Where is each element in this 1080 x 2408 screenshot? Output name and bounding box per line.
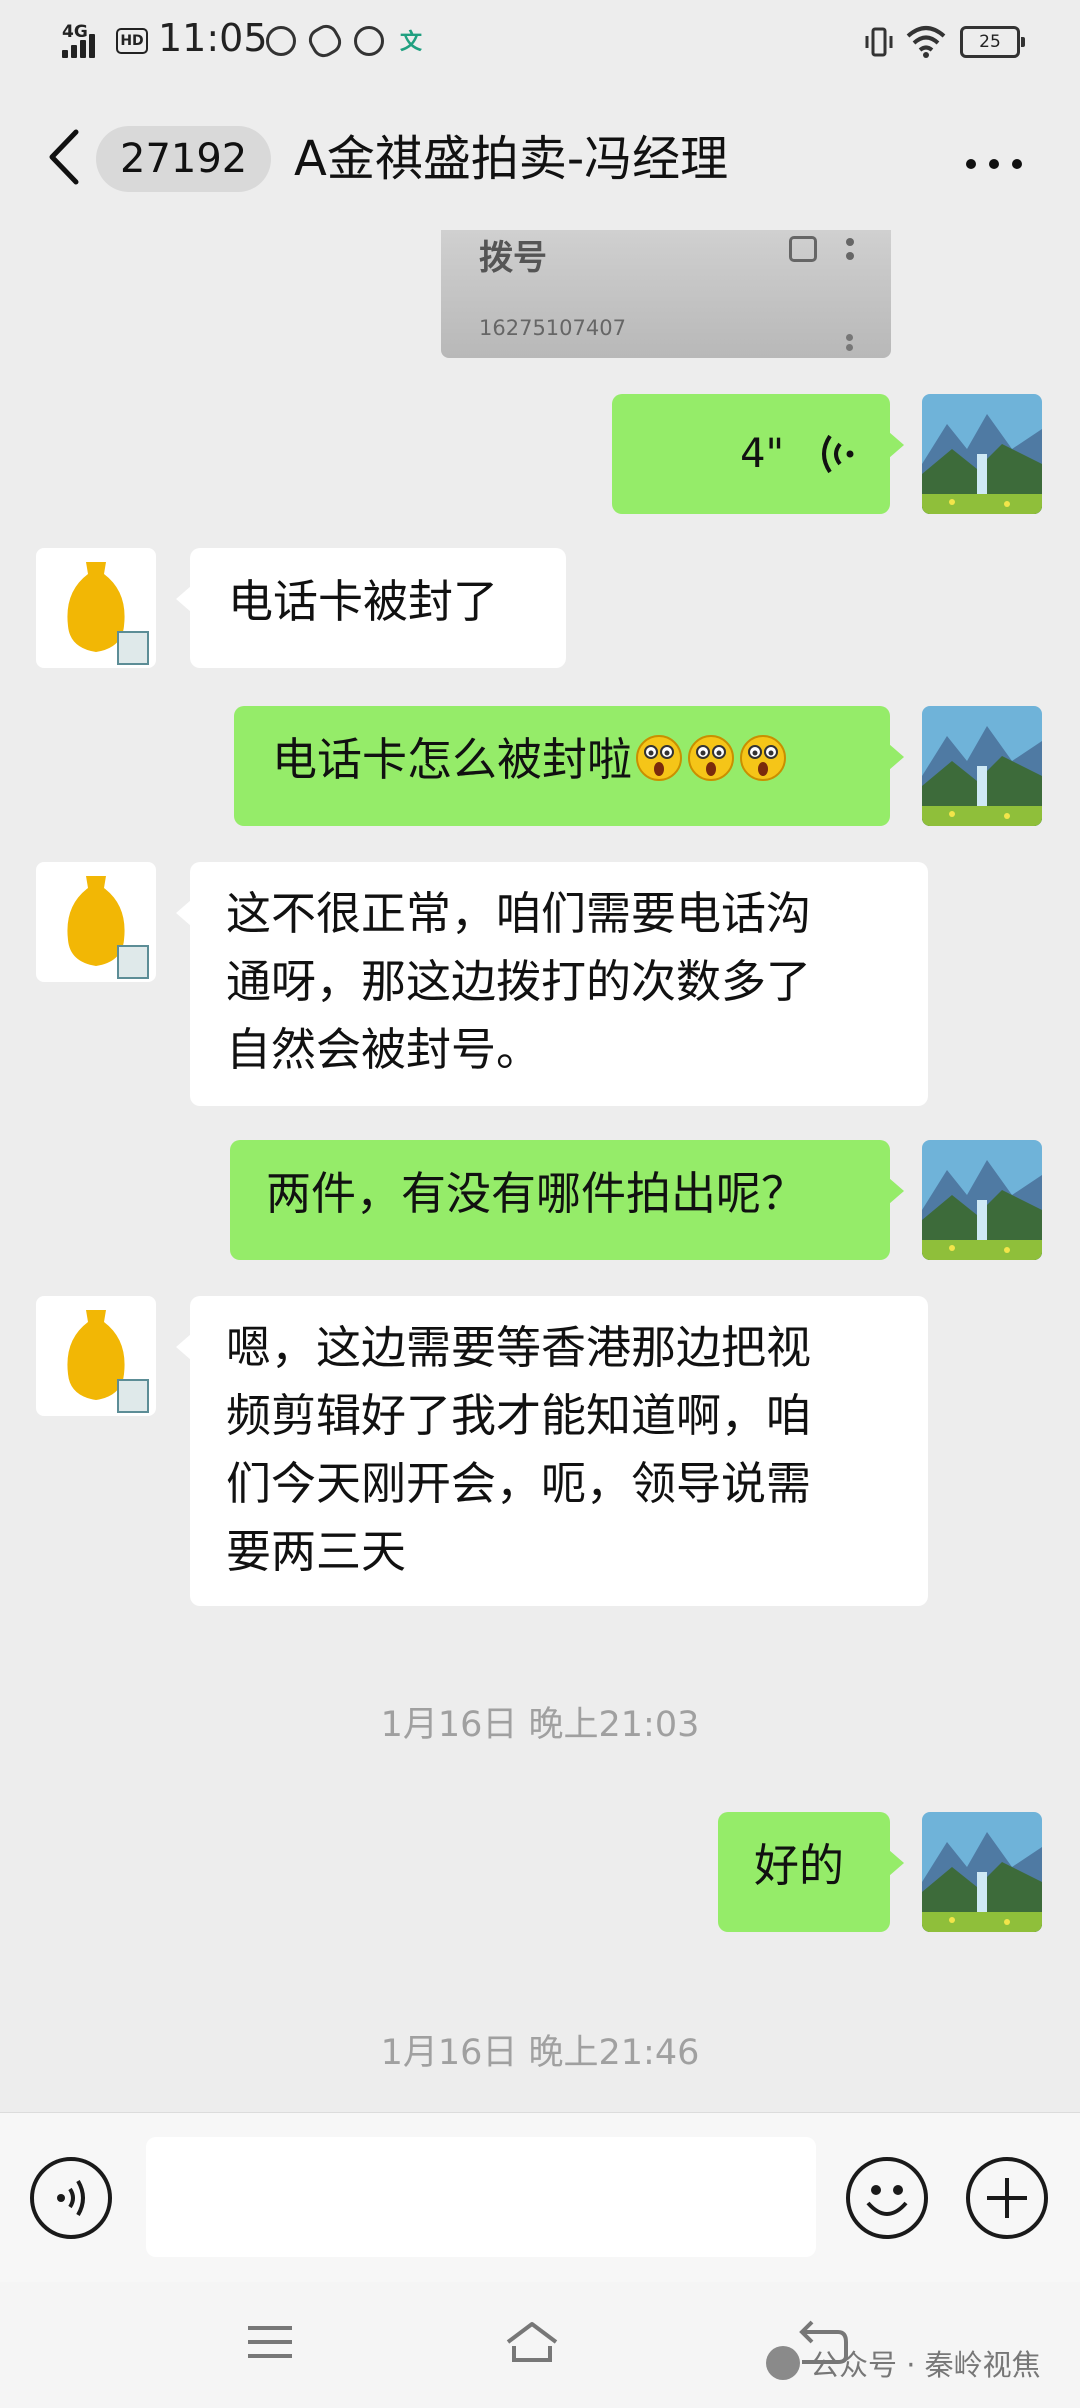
dot-icon [1012, 159, 1022, 169]
vase-avatar-icon [36, 548, 156, 668]
unread-count-badge[interactable]: 27192 [96, 126, 272, 192]
sent-message-bubble[interactable]: 好的 [718, 1812, 904, 1932]
voice-playback-icon [822, 434, 854, 474]
hd-icon: HD [116, 28, 148, 54]
message-timestamp: 1月16日 晚上21:46 [380, 2033, 700, 2073]
message-text: 电话卡怎么被封啦 [272, 733, 633, 786]
message-timestamp: 1月16日 晚上21:03 [380, 1705, 700, 1745]
shocked-emoji-icon [636, 735, 683, 781]
vibrate-icon [865, 27, 893, 57]
checkbox-icon [789, 236, 817, 262]
notification-app-icon [266, 26, 296, 56]
dot-icon [989, 159, 999, 169]
vase-avatar-icon [36, 862, 156, 982]
home-icon[interactable] [502, 2312, 562, 2372]
watermark: 公众号 · 秦岭视焦 [766, 2342, 1041, 2384]
landscape-avatar-icon [922, 394, 1042, 514]
chat-message-list[interactable]: 拨号 16275107407 4" 电话卡被封了 电话卡怎么被封啦 这不很正常，… [0, 230, 1080, 2112]
image-card-number: 16275107407 [479, 316, 626, 340]
shocked-emoji-icon [740, 735, 787, 781]
voice-input-button[interactable] [30, 2157, 112, 2239]
signal-icon: 4G [62, 22, 110, 58]
sent-message-bubble[interactable]: 两件，有没有哪件拍出呢？ [230, 1140, 904, 1260]
voice-duration: 4" [740, 431, 784, 477]
system-navigation-bar: 公众号 · 秦岭视焦 [0, 2282, 1080, 2408]
received-message-bubble[interactable]: 嗯，这边需要等香港那边把视 频剪辑好了我才能知道啊，咱 们今天刚开会，呃，领导说… [176, 1296, 928, 1606]
plus-icon [987, 2178, 1027, 2218]
dot-icon [966, 159, 976, 169]
message-text-line: 频剪辑好了我才能知道啊，咱 [226, 1389, 812, 1442]
contact-avatar[interactable] [36, 548, 156, 668]
message-text-line: 这不很正常，咱们需要电话沟 [226, 887, 812, 940]
more-functions-button[interactable] [966, 2157, 1048, 2239]
shocked-emoji-icon [688, 735, 735, 781]
message-text: 好的 [754, 1839, 845, 1892]
vase-avatar-icon [36, 1296, 156, 1416]
landscape-avatar-icon [922, 706, 1042, 826]
message-text-line: 通呀，那这边拨打的次数多了 [226, 955, 812, 1008]
message-text: 两件，有没有哪件拍出呢？ [266, 1167, 807, 1220]
message-text-line: 要两三天 [226, 1525, 407, 1578]
network-type: 4G [62, 22, 88, 42]
my-avatar[interactable] [922, 1812, 1042, 1932]
input-method-icon: 文 [400, 30, 423, 55]
wifi-icon [906, 26, 946, 58]
battery-icon: 25 [960, 26, 1025, 58]
menu-icon[interactable] [240, 2312, 300, 2372]
landscape-avatar-icon [922, 1812, 1042, 1932]
more-options-button[interactable] [964, 132, 1024, 192]
voice-message-bubble[interactable]: 4" [612, 394, 904, 514]
back-chevron-icon[interactable] [40, 122, 90, 192]
my-avatar[interactable] [922, 394, 1042, 514]
message-text-line: 嗯，这边需要等香港那边把视 [226, 1321, 812, 1374]
received-message-bubble[interactable]: 电话卡被封了 [176, 548, 566, 668]
chat-input-bar [0, 2112, 1080, 2282]
voice-wave-icon [57, 2179, 85, 2217]
wechat-official-account-icon [766, 2346, 800, 2380]
sent-message-bubble[interactable]: 电话卡怎么被封啦 [234, 706, 904, 826]
image-message[interactable]: 拨号 16275107407 [441, 230, 891, 358]
status-time: 11:05 [158, 16, 268, 60]
message-input[interactable] [146, 2137, 816, 2257]
image-card-title: 拨号 [479, 238, 547, 278]
message-text: 电话卡被封了 [228, 575, 499, 628]
more-dots-icon [841, 232, 859, 272]
my-avatar[interactable] [922, 706, 1042, 826]
message-text-line: 们今天刚开会，呃，领导说需 [226, 1457, 812, 1510]
chat-header: 27192 A金祺盛拍卖-冯经理 [0, 82, 1080, 230]
smiley-icon [866, 2185, 908, 2216]
notification-app-icon [354, 26, 384, 56]
status-bar: 4G HD 11:05 文 25 [0, 0, 1080, 82]
chat-title: A金祺盛拍卖-冯经理 [294, 131, 729, 187]
emoji-button[interactable] [846, 2157, 928, 2239]
my-avatar[interactable] [922, 1140, 1042, 1260]
watermark-text: 公众号 · 秦岭视焦 [810, 2348, 1041, 2382]
received-message-bubble[interactable]: 这不很正常，咱们需要电话沟 通呀，那这边拨打的次数多了 自然会被封号。 [176, 862, 928, 1106]
more-dots-icon [841, 332, 859, 352]
contact-avatar[interactable] [36, 1296, 156, 1416]
message-text-line: 自然会被封号。 [226, 1023, 542, 1076]
contact-avatar[interactable] [36, 862, 156, 982]
landscape-avatar-icon [922, 1140, 1042, 1260]
notification-app-icon [304, 20, 346, 62]
